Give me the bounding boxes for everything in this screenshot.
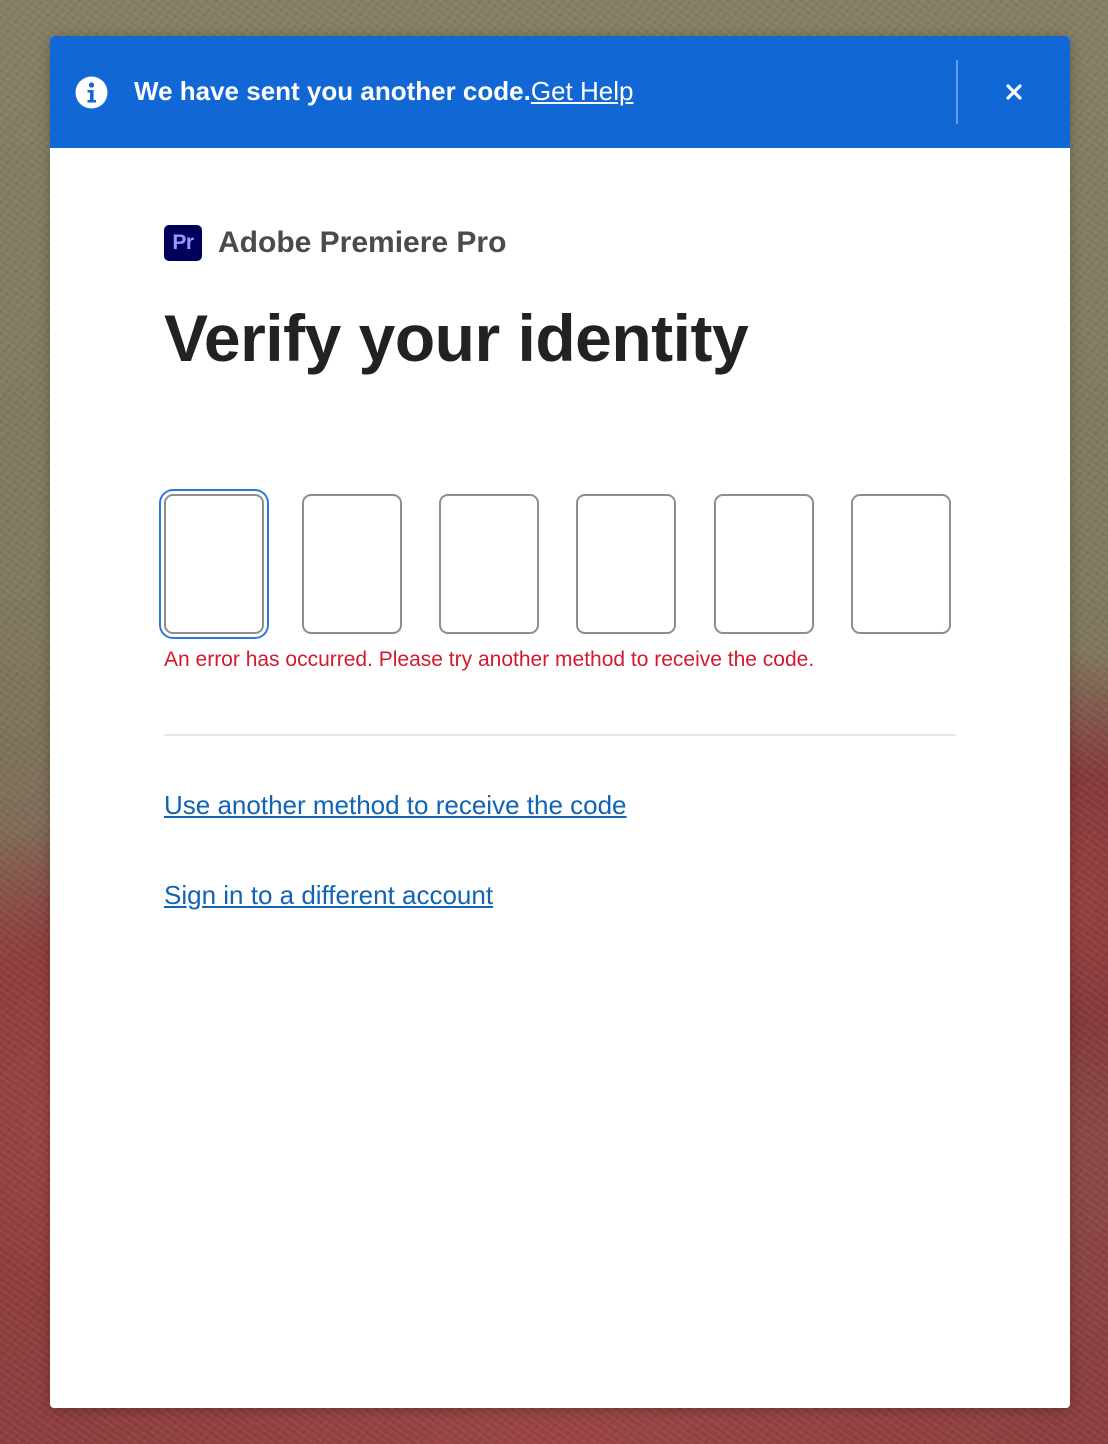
info-icon <box>75 76 108 109</box>
toast-divider <box>956 60 958 124</box>
toast-message: We have sent you another code.Get Help <box>134 74 633 108</box>
code-digit-3[interactable] <box>439 494 539 634</box>
code-digit-6[interactable] <box>851 494 951 634</box>
get-help-link[interactable]: Get Help <box>531 76 634 106</box>
code-digit-4[interactable] <box>576 494 676 634</box>
error-message: An error has occurred. Please try anothe… <box>164 648 815 671</box>
toast-message-text: We have sent you another code. <box>134 76 531 106</box>
code-digit-2[interactable] <box>302 494 402 634</box>
use-another-method-link[interactable]: Use another method to receive the code <box>164 788 627 822</box>
code-digit-1[interactable] <box>164 494 264 634</box>
verification-dialog: We have sent you another code.Get Help P… <box>50 36 1070 1408</box>
code-digit-5[interactable] <box>714 494 814 634</box>
page-title: Verify your identity <box>164 301 749 375</box>
verification-code-inputs <box>164 494 956 638</box>
sign-in-different-account-link[interactable]: Sign in to a different account <box>164 878 493 912</box>
close-toast-button[interactable] <box>992 70 1036 114</box>
info-toast: We have sent you another code.Get Help <box>50 36 1070 148</box>
section-divider <box>164 734 956 736</box>
premiere-pro-logo: Pr <box>164 225 202 261</box>
product-name: Adobe Premiere Pro <box>218 226 507 259</box>
close-icon <box>1006 84 1022 100</box>
